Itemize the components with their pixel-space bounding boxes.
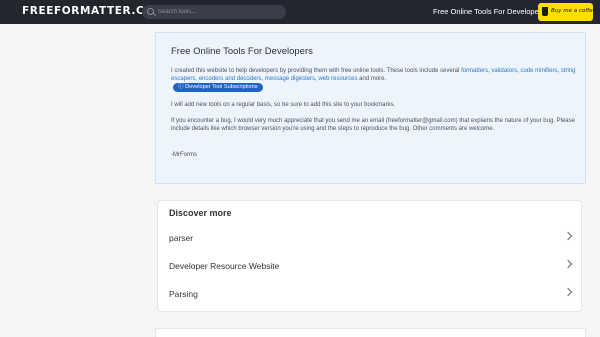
badge-label: Developer Tool Subscriptions <box>185 84 258 90</box>
developer-tool-subscriptions-badge[interactable]: ⓘ Developer Tool Subscriptions <box>173 83 263 92</box>
bottom-card <box>155 328 586 337</box>
discover-item-label: parser <box>169 233 194 243</box>
discover-item-parsing[interactable]: Parsing <box>169 285 573 303</box>
link-message-digesters[interactable]: message digesters <box>265 76 315 82</box>
discover-item-label: Parsing <box>169 289 198 299</box>
link-validators[interactable]: validators <box>491 68 517 74</box>
about-panel: Free Online Tools For Developers I creat… <box>155 32 586 184</box>
buy-me-a-coffee-button[interactable]: Buy me a coffee <box>538 3 596 21</box>
about-title: Free Online Tools For Developers <box>171 46 313 57</box>
link-web-resources[interactable]: web resources <box>318 76 357 82</box>
search-input[interactable] <box>158 5 282 19</box>
discover-item-developer-resource-website[interactable]: Developer Resource Website <box>169 257 573 275</box>
chevron-right-icon <box>563 231 573 241</box>
top-navbar: FREEFORMATTER.COM Free Online Tools For … <box>0 0 600 24</box>
link-formatters[interactable]: formatters <box>461 68 488 74</box>
coffee-label: Buy me a coffee <box>551 8 596 14</box>
about-paragraph-bugs: If you encounter a bug, I would very muc… <box>171 118 575 132</box>
nav-link-tools[interactable]: Free Online Tools For Developers <box>433 7 545 16</box>
about-paragraph-intro: I created this website to help developer… <box>171 67 576 83</box>
chevron-right-icon <box>563 287 573 297</box>
about-paragraph-updates: I will add new tools on a regular basis,… <box>171 102 396 108</box>
intro-text: I created this website to help developer… <box>171 68 462 74</box>
chevron-right-icon <box>563 259 573 269</box>
coffee-cup-icon <box>542 7 548 16</box>
link-code-minifiers[interactable]: code minifiers <box>520 68 557 74</box>
discover-title: Discover more <box>169 208 232 218</box>
discover-more-panel: Discover more parser Developer Resource … <box>157 200 582 312</box>
discover-item-label: Developer Resource Website <box>169 261 280 271</box>
discover-item-parser[interactable]: parser <box>169 229 573 247</box>
and-more-text: and more. <box>357 76 387 82</box>
search-icon <box>147 8 154 15</box>
link-encoders-decoders[interactable]: encoders and decoders <box>199 76 262 82</box>
search-box[interactable] <box>142 5 286 19</box>
about-signature: -MrForms <box>171 152 197 158</box>
